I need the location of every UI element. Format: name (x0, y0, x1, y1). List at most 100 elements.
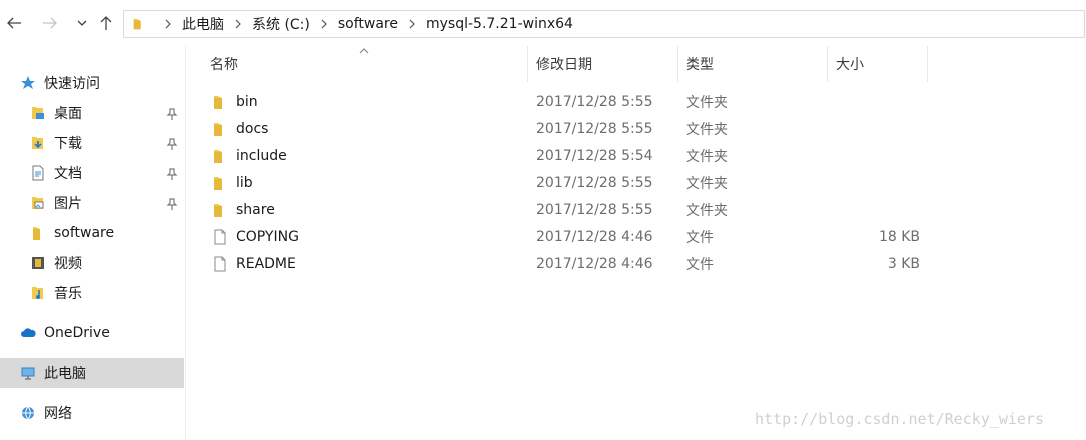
up-button[interactable] (96, 13, 116, 33)
desktop-icon (30, 105, 46, 121)
address-bar[interactable]: 此电脑 系统 (C:) software mysql-5.7.21-winx64 (123, 10, 1085, 38)
column-header-name[interactable]: 名称 (202, 46, 528, 82)
file-icon (212, 256, 228, 272)
document-icon (30, 165, 46, 181)
file-size: 18 KB (878, 228, 920, 245)
sidebar-item-label: 快速访问 (44, 76, 100, 92)
column-header-date[interactable]: 修改日期 (528, 46, 678, 82)
sidebar-item-pictures[interactable]: 图片 (30, 188, 82, 218)
file-date: 2017/12/28 5:55 (536, 174, 653, 191)
breadcrumb-this-pc[interactable]: 此电脑 (182, 14, 224, 34)
file-name: README (236, 255, 296, 272)
arrow-up-icon (100, 16, 112, 30)
breadcrumb-mysql[interactable]: mysql-5.7.21-winx64 (426, 16, 573, 32)
sidebar-item-label: 视频 (54, 256, 82, 272)
pin-icon[interactable] (166, 198, 178, 210)
computer-icon (20, 365, 36, 381)
file-date: 2017/12/28 5:55 (536, 120, 653, 137)
folder-icon (212, 148, 228, 164)
sidebar-item-music[interactable]: 音乐 (30, 278, 82, 308)
sidebar-item-videos[interactable]: 视频 (30, 248, 82, 278)
file-size (836, 88, 920, 115)
file-name: COPYING (236, 228, 299, 245)
sidebar-item-software[interactable]: software (30, 218, 114, 248)
recent-locations-button[interactable] (72, 13, 92, 33)
sidebar-item-label: 文档 (54, 166, 82, 182)
file-name: docs (236, 120, 269, 137)
pin-icon[interactable] (166, 138, 178, 150)
sidebar-item-onedrive[interactable]: OneDrive (20, 318, 110, 348)
address-row: 此电脑 系统 (C:) software mysql-5.7.21-winx64 (0, 0, 1086, 46)
folder-icon (212, 202, 228, 218)
download-icon (30, 135, 46, 151)
file-size (836, 142, 920, 169)
breadcrumb-drive-c[interactable]: 系统 (C:) (252, 14, 310, 34)
file-row[interactable]: share 2017/12/28 5:55 文件夹 (186, 196, 946, 223)
file-type: 文件夹 (686, 148, 728, 165)
folder-icon (30, 225, 46, 241)
sidebar-item-label: 此电脑 (44, 366, 86, 382)
file-type: 文件 (686, 256, 714, 273)
folder-icon (133, 18, 141, 30)
navigation-pane: 快速访问 桌面 下载 文档 图片 software 视频 音乐 OneDrive… (0, 46, 186, 440)
column-header-type[interactable]: 类型 (678, 46, 828, 82)
file-name: share (236, 201, 275, 218)
sidebar-item-label: 音乐 (54, 286, 82, 302)
file-type: 文件夹 (686, 175, 728, 192)
sidebar-item-label: 网络 (44, 406, 72, 422)
star-icon (20, 75, 36, 91)
arrow-right-icon (43, 17, 57, 29)
file-date: 2017/12/28 5:55 (536, 93, 653, 110)
arrow-left-icon (7, 17, 21, 29)
file-type: 文件夹 (686, 121, 728, 138)
network-icon (20, 405, 36, 421)
file-date: 2017/12/28 4:46 (536, 228, 653, 245)
sidebar-item-downloads[interactable]: 下载 (30, 128, 82, 158)
file-name: bin (236, 93, 258, 110)
watermark: http://blog.csdn.net/Recky_wiers (755, 410, 1044, 428)
file-type: 文件 (686, 229, 714, 246)
file-row[interactable]: bin 2017/12/28 5:55 文件夹 (186, 88, 946, 115)
sidebar-item-label: 桌面 (54, 106, 82, 122)
sidebar-item-desktop[interactable]: 桌面 (30, 98, 82, 128)
breadcrumb-chevron-icon[interactable] (164, 19, 172, 29)
column-header-size[interactable]: 大小 (828, 46, 928, 82)
breadcrumb-software[interactable]: software (338, 16, 398, 32)
pin-icon[interactable] (166, 168, 178, 180)
file-size (836, 115, 920, 142)
file-size (836, 196, 920, 223)
sidebar-item-quick-access[interactable]: 快速访问 (20, 68, 100, 98)
pin-icon[interactable] (166, 108, 178, 120)
sidebar-item-label: software (54, 225, 115, 241)
file-size (836, 169, 920, 196)
forward-button[interactable] (40, 13, 60, 33)
sidebar-item-documents[interactable]: 文档 (30, 158, 82, 188)
sidebar-item-label: OneDrive (44, 325, 110, 341)
file-size: 3 KB (887, 255, 920, 272)
breadcrumb-chevron-icon[interactable] (320, 19, 328, 29)
breadcrumb-chevron-icon[interactable] (408, 19, 416, 29)
folder-icon (212, 121, 228, 137)
file-date: 2017/12/28 5:55 (536, 201, 653, 218)
cloud-icon (20, 325, 36, 341)
file-row[interactable]: docs 2017/12/28 5:55 文件夹 (186, 115, 946, 142)
folder-icon (212, 175, 228, 191)
file-type: 文件夹 (686, 202, 728, 219)
file-row[interactable]: include 2017/12/28 5:54 文件夹 (186, 142, 946, 169)
sidebar-item-network[interactable]: 网络 (20, 398, 72, 428)
video-icon (30, 255, 46, 271)
picture-icon (30, 195, 46, 211)
column-header-row: 名称 修改日期 类型 大小 (186, 46, 1086, 82)
file-row[interactable]: COPYING 2017/12/28 4:46 文件 18 KB (186, 223, 946, 250)
sidebar-item-label: 图片 (54, 196, 82, 212)
sidebar-item-label: 下载 (54, 136, 82, 152)
file-row[interactable]: lib 2017/12/28 5:55 文件夹 (186, 169, 946, 196)
sidebar-item-this-pc[interactable]: 此电脑 (20, 358, 86, 388)
folder-icon (212, 94, 228, 110)
breadcrumb-chevron-icon[interactable] (234, 19, 242, 29)
music-icon (30, 285, 46, 301)
file-row[interactable]: README 2017/12/28 4:46 文件 3 KB (186, 250, 946, 277)
back-button[interactable] (4, 13, 24, 33)
file-name: lib (236, 174, 253, 191)
file-date: 2017/12/28 4:46 (536, 255, 653, 272)
